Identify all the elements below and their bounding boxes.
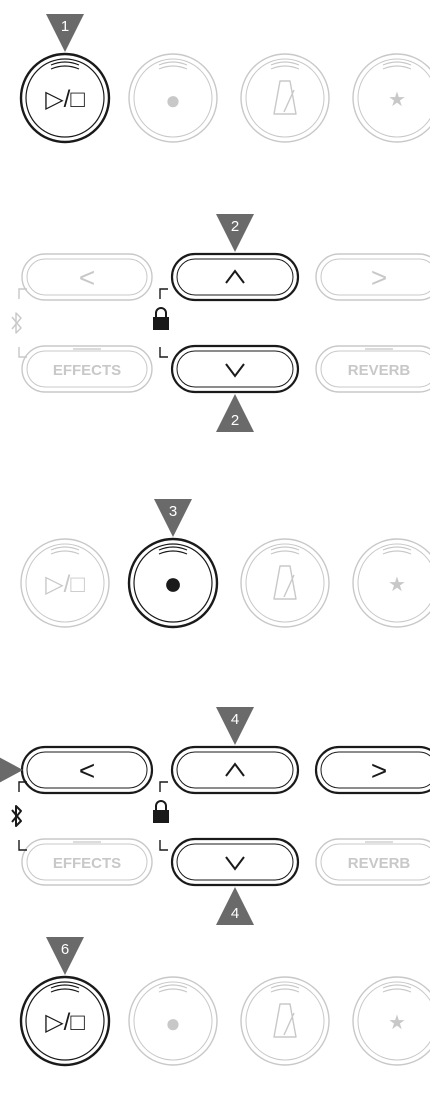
step-number: 3 — [169, 503, 177, 520]
lock-icon — [153, 810, 169, 823]
record-button[interactable]: ● — [128, 976, 218, 1066]
pill-outer — [170, 837, 300, 887]
button-outer-ring — [240, 53, 330, 143]
step-number: 2 — [231, 412, 239, 429]
down-button[interactable] — [170, 344, 300, 394]
up-button[interactable] — [170, 252, 300, 302]
favorite-button[interactable]: ★ — [352, 976, 430, 1066]
step-marker: 2 — [216, 214, 254, 252]
right-button[interactable]: > — [315, 253, 430, 301]
bluetooth-icon — [11, 805, 22, 827]
pill-outer — [170, 252, 300, 302]
button-outer-ring — [240, 976, 330, 1066]
chevron-left-icon: < — [79, 262, 95, 293]
record-button[interactable]: ● — [127, 537, 219, 629]
down-button[interactable] — [170, 837, 300, 887]
play-stop-icon: ▷/□ — [45, 86, 85, 113]
right-button[interactable]: > — [314, 745, 430, 795]
play-stop-icon: ▷/□ — [45, 1009, 85, 1036]
bracket-bottom — [159, 347, 168, 358]
record-icon: ● — [163, 565, 182, 601]
step-number: 4 — [231, 905, 239, 922]
lock-indicator — [153, 288, 169, 358]
metronome-button[interactable] — [240, 976, 330, 1066]
play-stop-icon: ▷/□ — [45, 571, 85, 598]
bluetooth-icon — [11, 312, 22, 334]
lock-indicator — [153, 781, 169, 851]
panel-4: < > EFFECTS REVERB — [11, 745, 430, 887]
button-outer-ring — [240, 538, 330, 628]
bluetooth-indicator — [11, 781, 27, 851]
metronome-button[interactable] — [240, 53, 330, 143]
pill-outer — [170, 344, 300, 394]
step-number: 4 — [231, 711, 239, 728]
record-button[interactable]: ● — [128, 53, 218, 143]
favorite-button[interactable]: ★ — [352, 538, 430, 628]
reverb-label: REVERB — [348, 362, 411, 379]
reverb-button[interactable]: REVERB — [315, 345, 430, 393]
star-icon: ★ — [388, 89, 406, 111]
favorite-button[interactable]: ★ — [352, 53, 430, 143]
effects-label: EFFECTS — [53, 362, 121, 379]
up-button[interactable] — [170, 745, 300, 795]
record-icon: ● — [165, 85, 181, 115]
step-marker: 6 — [46, 937, 84, 975]
play-stop-button[interactable]: ▷/□ — [19, 52, 111, 144]
left-button[interactable]: < — [21, 253, 153, 301]
effects-label: EFFECTS — [53, 855, 121, 872]
reverb-button[interactable]: REVERB — [315, 838, 430, 886]
bracket-bottom — [159, 840, 168, 851]
step-marker: 2 — [216, 394, 254, 432]
panel-6: ▷/□ ● ★ — [19, 975, 430, 1067]
pill-outer — [170, 745, 300, 795]
step-number: 2 — [231, 218, 239, 235]
step-marker: 4 — [216, 887, 254, 925]
lock-icon — [153, 317, 169, 330]
star-icon: ★ — [388, 1012, 406, 1034]
panel-1: ▷/□ ● ★ — [19, 52, 430, 144]
step-number: 1 — [61, 18, 69, 35]
step-marker: 1 — [46, 14, 84, 52]
chevron-right-icon: > — [371, 755, 387, 786]
lock-shackle — [155, 307, 167, 317]
play-stop-button[interactable]: ▷/□ — [20, 538, 110, 628]
bracket-top — [159, 781, 168, 792]
chevron-left-icon: < — [79, 755, 95, 786]
effects-button[interactable]: EFFECTS — [21, 345, 153, 393]
panel-2: < > EFFECTS REVERB — [11, 252, 430, 394]
step-marker: 3 — [154, 499, 192, 537]
lock-shackle — [155, 800, 167, 810]
reverb-label: REVERB — [348, 855, 411, 872]
bluetooth-indicator — [11, 288, 27, 358]
panel-3: ▷/□ ● ★ — [20, 537, 430, 629]
step-number: 6 — [61, 941, 69, 958]
left-button[interactable]: < — [20, 745, 154, 795]
record-icon: ● — [165, 1008, 181, 1038]
chevron-right-icon: > — [371, 262, 387, 293]
metronome-button[interactable] — [240, 538, 330, 628]
play-stop-button[interactable]: ▷/□ — [19, 975, 111, 1067]
bracket-top — [159, 288, 168, 299]
star-icon: ★ — [388, 574, 406, 596]
effects-button[interactable]: EFFECTS — [21, 838, 153, 886]
instruction-diagram: ▷/□ ● ★ 1 < > EFFECTS REVERB 2 2 ▷/□ ● ★ 3 < > EFFECTS RE… — [0, 14, 430, 1067]
step-marker: 4 — [216, 707, 254, 745]
